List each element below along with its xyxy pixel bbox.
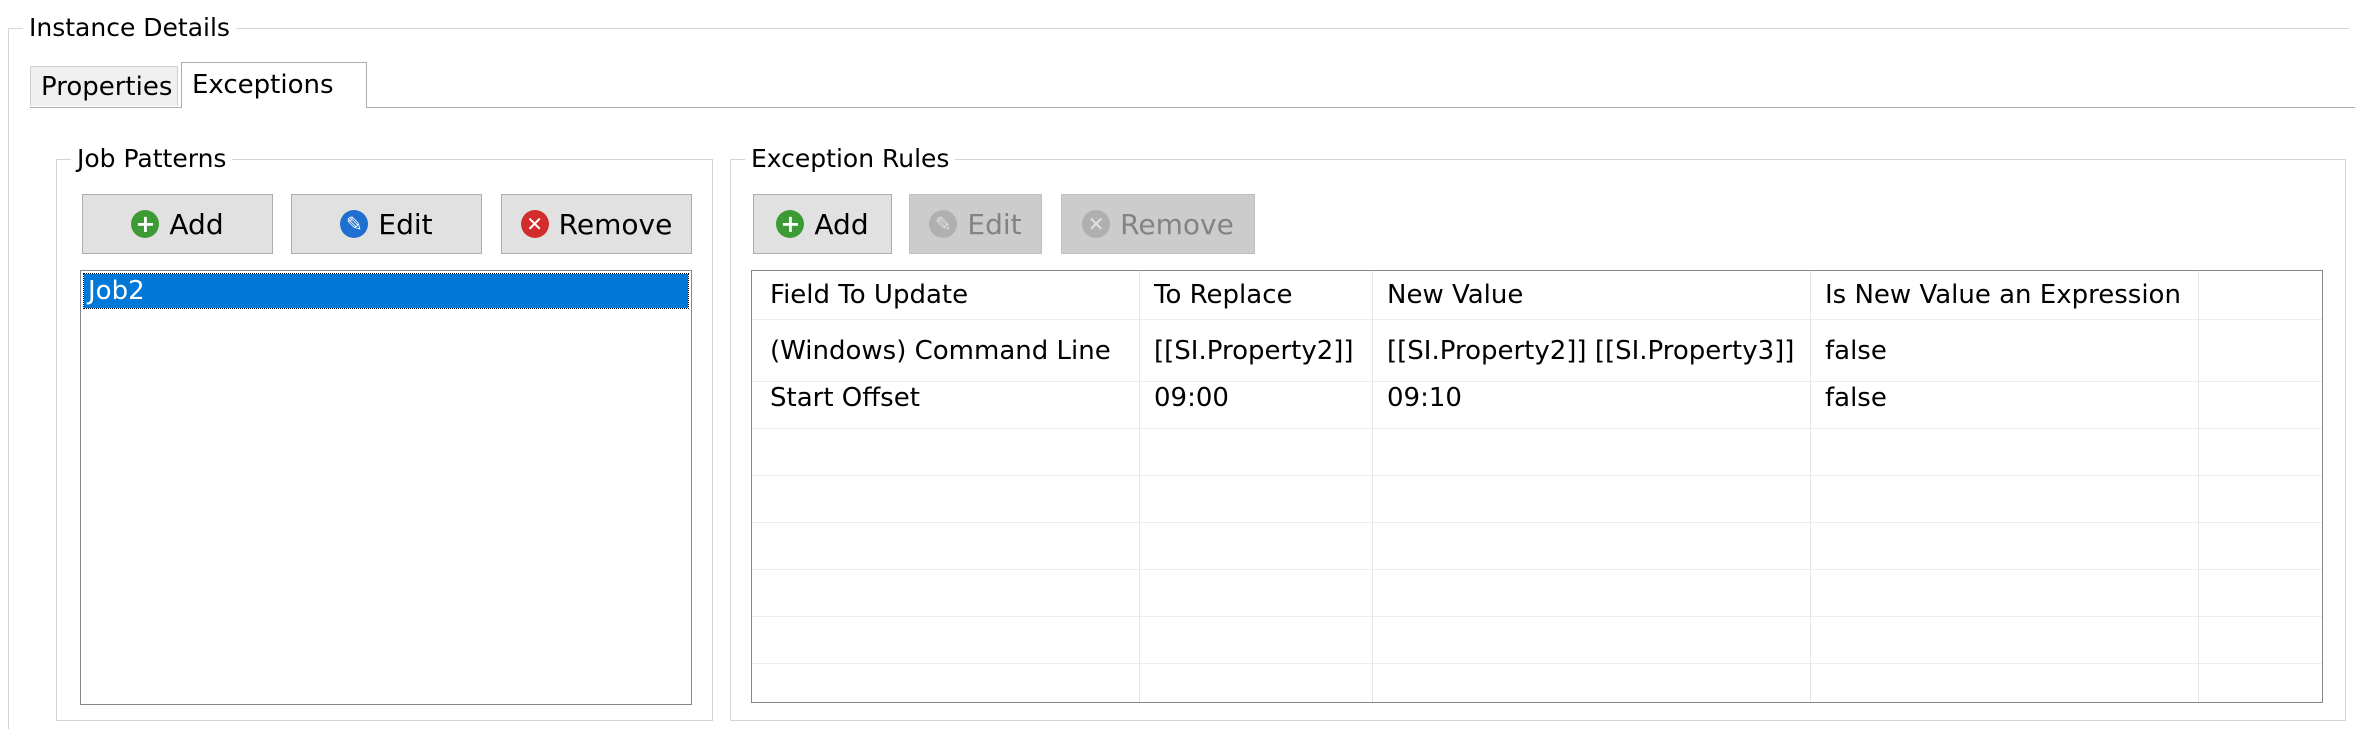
instance-details-title: Instance Details [23, 13, 236, 43]
column-header-new-value[interactable]: New Value [1387, 280, 1523, 310]
table-cell[interactable]: 09:10 [1387, 383, 1462, 413]
list-item-label: Job2 [88, 276, 145, 306]
exception-rules-group: Exception Rules + Add ✎ Edit ✕ Remove Fi… [730, 144, 2346, 721]
row-divider [752, 616, 2322, 617]
job-edit-button[interactable]: ✎ Edit [291, 194, 482, 254]
table-cell[interactable]: [[SI.Property2]] [1154, 336, 1354, 366]
column-header-to-replace[interactable]: To Replace [1154, 280, 1292, 310]
job-patterns-title: Job Patterns [71, 144, 233, 174]
tab-exceptions[interactable]: Exceptions [181, 62, 367, 108]
row-divider [752, 475, 2322, 476]
rule-add-button[interactable]: + Add [753, 194, 892, 254]
exception-rules-table[interactable]: Field To Update To Replace New Value Is … [751, 270, 2323, 703]
rule-remove-button[interactable]: ✕ Remove [1061, 194, 1255, 254]
row-divider [752, 428, 2322, 429]
job-remove-button[interactable]: ✕ Remove [501, 194, 692, 254]
rule-remove-label: Remove [1120, 207, 1234, 241]
job-patterns-list[interactable]: Job2 [80, 270, 692, 705]
tab-exceptions-label: Exceptions [192, 70, 334, 100]
job-edit-label: Edit [378, 207, 433, 241]
pencil-icon: ✎ [340, 210, 369, 238]
row-divider [752, 569, 2322, 570]
rule-edit-button[interactable]: ✎ Edit [909, 194, 1042, 254]
close-icon: ✕ [1082, 210, 1111, 238]
table-cell[interactable]: false [1825, 383, 1887, 413]
table-cell[interactable]: [[SI.Property2]] [[SI.Property3]] [1387, 336, 1794, 366]
column-divider [2198, 271, 2199, 702]
column-divider [1810, 271, 1811, 702]
row-divider [752, 522, 2322, 523]
column-divider [1139, 271, 1140, 702]
tab-strip-line [30, 107, 2355, 108]
column-header-field[interactable]: Field To Update [770, 280, 968, 310]
job-remove-label: Remove [558, 207, 673, 241]
table-cell[interactable]: Start Offset [770, 383, 920, 413]
row-divider [752, 381, 2322, 382]
table-cell[interactable]: (Windows) Command Line [770, 336, 1111, 366]
row-divider [752, 663, 2322, 664]
plus-icon: + [776, 210, 805, 238]
job-add-label: Add [169, 207, 224, 241]
job-patterns-group: Job Patterns + Add ✎ Edit ✕ Remove Job2 [56, 144, 713, 721]
column-header-is-expression[interactable]: Is New Value an Expression [1825, 280, 2181, 310]
table-cell[interactable]: false [1825, 336, 1887, 366]
pencil-icon: ✎ [929, 210, 958, 238]
close-icon: ✕ [520, 210, 549, 238]
row-divider [752, 319, 2322, 320]
plus-icon: + [131, 210, 160, 238]
tab-properties[interactable]: Properties [30, 66, 178, 106]
list-item[interactable]: Job2 [83, 273, 689, 309]
rule-edit-label: Edit [967, 207, 1022, 241]
rule-add-label: Add [814, 207, 869, 241]
column-divider [1372, 271, 1373, 702]
exception-rules-title: Exception Rules [745, 144, 956, 174]
tab-properties-label: Properties [41, 72, 173, 102]
table-cell[interactable]: 09:00 [1154, 383, 1229, 413]
job-add-button[interactable]: + Add [82, 194, 273, 254]
